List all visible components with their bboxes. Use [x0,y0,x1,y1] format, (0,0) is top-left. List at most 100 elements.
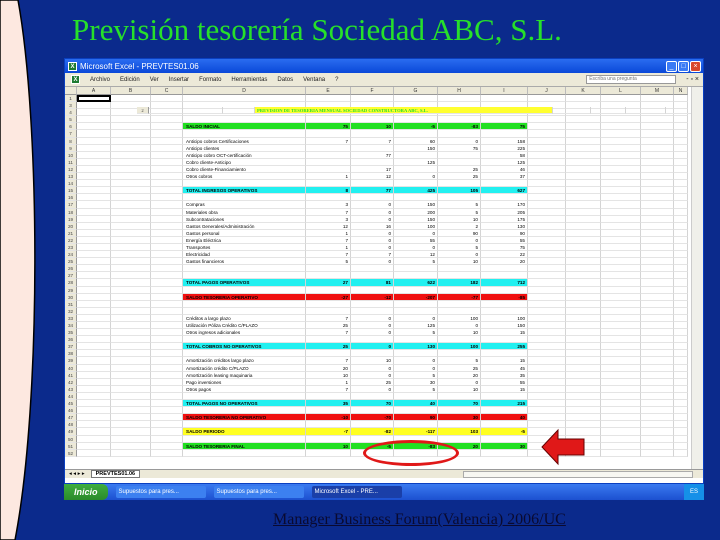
cell[interactable] [438,407,481,415]
cell[interactable] [641,201,674,209]
value-cell[interactable]: 5 [306,258,351,266]
sheet-title[interactable]: PREVISION DE TESORERIA MENSUAL SOCIEDAD … [255,107,553,115]
cell[interactable] [351,286,394,294]
cell[interactable] [601,435,641,443]
value-cell[interactable]: 0 [351,385,394,393]
value-cell[interactable]: 0 [394,173,438,181]
cell[interactable] [674,293,688,301]
value-cell[interactable]: 27 [306,279,351,287]
cell[interactable] [641,95,674,103]
cell[interactable] [641,300,674,308]
row-label[interactable]: Electricidad [183,251,306,259]
value-cell[interactable]: -77 [438,293,481,301]
row-number[interactable]: 50 [65,435,77,443]
cell[interactable] [601,173,641,181]
cell[interactable] [149,107,183,115]
cell[interactable] [111,329,151,337]
cell[interactable] [566,378,601,386]
cell[interactable] [674,144,688,152]
cell[interactable] [351,336,394,344]
cell[interactable] [566,407,601,415]
cell[interactable] [674,449,688,457]
cell[interactable] [151,385,183,393]
row-number[interactable]: 4 [65,109,77,117]
value-cell[interactable]: 7 [306,236,351,244]
cell[interactable] [566,279,601,287]
row-label[interactable]: Anticipo clientes [183,144,306,152]
cell[interactable] [151,187,183,195]
cell[interactable] [306,265,351,273]
cell[interactable] [77,442,111,450]
cell[interactable] [601,314,641,322]
cell[interactable] [183,194,306,202]
value-cell[interactable] [438,158,481,166]
value-cell[interactable]: 5 [394,329,438,337]
cell[interactable] [111,243,151,252]
cell[interactable] [151,442,183,450]
cell[interactable] [77,130,111,138]
row-label[interactable]: Materiales obra [183,208,306,216]
cell[interactable] [111,435,151,443]
cell[interactable] [566,243,601,252]
value-cell[interactable]: 100 [438,343,481,351]
cell[interactable] [438,336,481,344]
value-cell[interactable]: 255 [481,343,528,351]
menu-item[interactable]: Edición [120,77,140,83]
cell[interactable] [183,336,306,344]
row-number[interactable]: 3 [65,102,77,110]
row-number[interactable]: 8 [65,137,77,145]
cell[interactable] [111,194,151,202]
cell[interactable] [306,130,351,138]
value-cell[interactable]: 7 [306,385,351,393]
cell[interactable] [528,229,566,237]
cell[interactable] [674,428,688,436]
row-label[interactable]: Utilización Póliza Crédito C/PLAZO [183,322,306,330]
cell[interactable] [438,307,481,315]
value-cell[interactable]: 55 [481,236,528,244]
value-cell[interactable]: 5 [438,357,481,365]
value-cell[interactable]: 0 [351,314,394,322]
row-number[interactable]: 9 [65,144,77,152]
row-label[interactable]: TOTAL PAGOS NO OPERATIVOS [183,400,306,408]
value-cell[interactable]: 10 [351,357,394,365]
value-cell[interactable]: 0 [438,378,481,386]
cell[interactable] [641,428,674,436]
row-label[interactable]: Transportes [183,243,306,252]
cell[interactable] [641,272,674,280]
cell[interactable] [394,286,438,294]
cell[interactable] [111,449,151,457]
cell[interactable] [528,392,566,401]
cell[interactable] [528,201,566,209]
value-cell[interactable]: -5 [481,428,528,436]
value-cell[interactable]: 0 [351,243,394,252]
value-cell[interactable]: 100 [481,314,528,322]
cell[interactable] [674,187,688,195]
column-header[interactable]: N [674,87,688,95]
cell[interactable] [601,378,641,386]
cell[interactable] [351,265,394,273]
value-cell[interactable]: 35 [306,400,351,408]
cell[interactable] [528,414,566,422]
cell[interactable] [566,300,601,308]
cell[interactable] [641,215,674,223]
value-cell[interactable]: 0 [438,236,481,244]
cell[interactable] [674,385,688,393]
value-cell[interactable]: -10 [306,414,351,422]
value-cell[interactable]: 5 [394,385,438,393]
cell[interactable] [528,130,566,138]
cell[interactable] [438,116,481,124]
cell[interactable] [601,215,641,223]
cell[interactable] [601,165,641,174]
sheet-tab[interactable]: PREVTES01.06 [90,470,141,478]
cell[interactable] [601,428,641,436]
cell[interactable] [528,208,566,216]
cell[interactable] [674,251,688,259]
row-number[interactable]: 38 [65,350,77,358]
value-cell[interactable]: 215 [481,400,528,408]
menu-item[interactable]: Insertar [169,77,189,83]
value-cell[interactable]: 40 [481,414,528,422]
cell[interactable] [77,385,111,393]
cell[interactable] [151,357,183,365]
cell[interactable] [77,102,111,110]
row-number[interactable]: 19 [65,215,77,223]
